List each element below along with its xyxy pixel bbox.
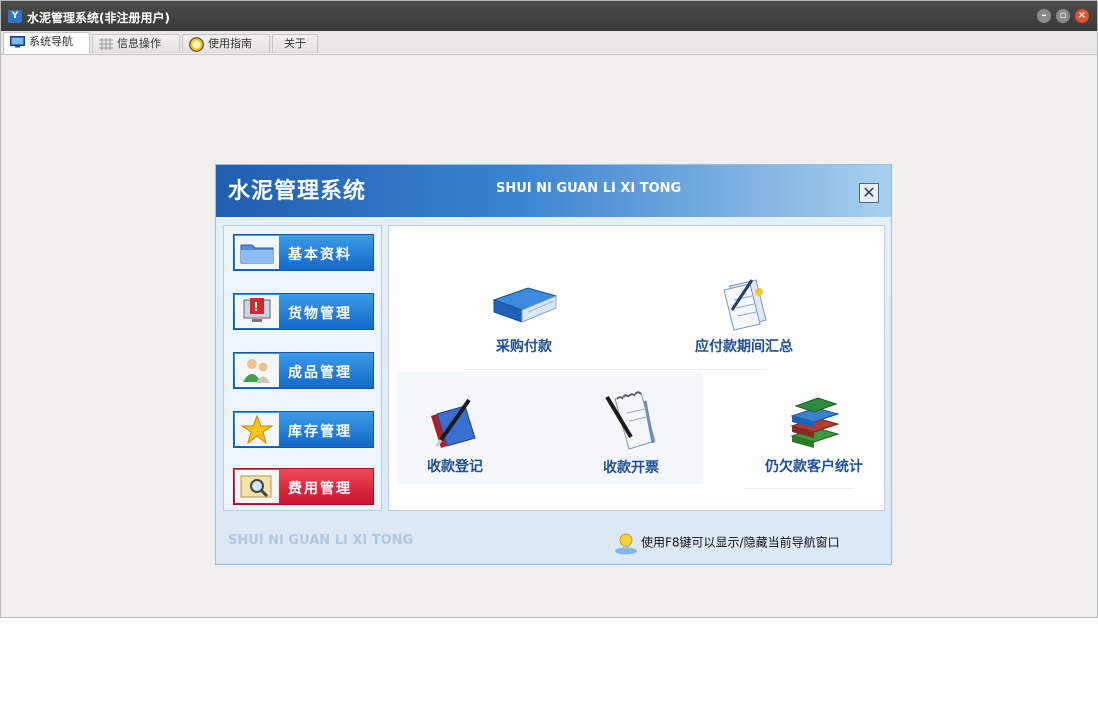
book-pen-icon bbox=[431, 398, 476, 448]
alert-monitor-icon: ! bbox=[243, 298, 271, 322]
func-purchase-payment[interactable]: 采购付款 bbox=[484, 276, 564, 356]
tab-system-nav[interactable]: 系统导航 bbox=[3, 32, 90, 54]
sidebar-item-expense-mgmt[interactable]: 费用管理 bbox=[233, 468, 374, 505]
func-label: 仍欠款客户统计 bbox=[765, 459, 863, 475]
func-label: 应付款期间汇总 bbox=[695, 339, 793, 355]
tab-label: 使用指南 bbox=[208, 37, 252, 50]
hint-text: 使用F8键可以显示/隐藏当前导航窗口 bbox=[641, 535, 840, 550]
grid-icon bbox=[99, 38, 113, 50]
icon-box bbox=[235, 354, 279, 387]
tab-bar: 系统导航 信息操作 使用指南 关于 bbox=[1, 31, 1097, 55]
sidebar-item-product-mgmt[interactable]: 成品管理 bbox=[233, 352, 374, 389]
star-icon bbox=[240, 414, 274, 445]
sidebar-item-basic-data[interactable]: 基本资料 bbox=[233, 234, 374, 271]
tab-user-guide[interactable]: 使用指南 bbox=[182, 34, 270, 53]
users-icon bbox=[243, 359, 270, 383]
binder-icon bbox=[492, 287, 558, 323]
books-stack-icon bbox=[790, 397, 840, 448]
icon-box bbox=[235, 413, 279, 446]
tab-label: 信息操作 bbox=[117, 37, 161, 50]
dialog-subtitle: SHUI NI GUAN LI XI TONG bbox=[496, 181, 682, 196]
window-title: 水泥管理系统(非注册用户) bbox=[27, 11, 170, 25]
func-label: 采购付款 bbox=[496, 339, 552, 355]
maximize-button[interactable]: ▫ bbox=[1056, 9, 1070, 23]
sidebar-item-label: 货物管理 bbox=[288, 306, 352, 322]
sidebar-item-stock-mgmt[interactable]: 库存管理 bbox=[233, 411, 374, 448]
sidebar-item-label: 成品管理 bbox=[288, 365, 352, 381]
icon-box: ! bbox=[235, 295, 279, 328]
func-payable-summary[interactable]: 应付款期间汇总 bbox=[679, 276, 809, 356]
tab-info-ops[interactable]: 信息操作 bbox=[92, 34, 180, 53]
func-outstanding-customers[interactable]: 仍欠款客户统计 bbox=[754, 396, 874, 476]
folder-icon bbox=[240, 244, 274, 264]
icon-box bbox=[235, 470, 279, 503]
sidebar-item-goods-mgmt[interactable]: ! 货物管理 bbox=[233, 293, 374, 330]
lightbulb-icon bbox=[615, 533, 637, 555]
func-label: 收款开票 bbox=[603, 460, 659, 476]
tab-label: 关于 bbox=[284, 37, 306, 50]
notepad-pen-icon bbox=[605, 391, 656, 450]
tab-label: 系统导航 bbox=[29, 35, 73, 48]
icon-box bbox=[235, 236, 279, 269]
monitor-icon bbox=[10, 36, 25, 48]
content-panel: 采购付款 应付款期间汇总 收款登记 收款开票 仍欠款客户统计 bbox=[388, 225, 885, 511]
dialog-title: 水泥管理系统 bbox=[228, 179, 367, 204]
help-icon bbox=[189, 36, 204, 52]
sidebar-item-label: 基本资料 bbox=[288, 247, 352, 263]
tab-about[interactable]: 关于 bbox=[272, 34, 318, 53]
func-receipt-register[interactable]: 收款登记 bbox=[419, 396, 491, 476]
func-receipt-invoice[interactable]: 收款开票 bbox=[594, 391, 668, 477]
dialog-footer-text: SHUI NI GUAN LI XI TONG bbox=[228, 533, 414, 548]
svg-text:!: ! bbox=[253, 300, 260, 314]
sidebar-item-label: 费用管理 bbox=[288, 481, 352, 497]
divider bbox=[464, 369, 767, 370]
close-button[interactable]: × bbox=[1075, 9, 1089, 23]
app-logo-icon: Y bbox=[8, 10, 22, 23]
navigation-dialog: 水泥管理系统 SHUI NI GUAN LI XI TONG ✕ 基本资料 ! bbox=[215, 164, 892, 565]
dialog-header: 水泥管理系统 SHUI NI GUAN LI XI TONG ✕ bbox=[216, 165, 891, 217]
document-pen-icon bbox=[723, 279, 767, 331]
dialog-close-button[interactable]: ✕ bbox=[859, 183, 879, 203]
title-bar: Y 水泥管理系统(非注册用户) – ▫ × bbox=[1, 1, 1097, 31]
search-icon bbox=[240, 475, 272, 498]
func-label: 收款登记 bbox=[427, 459, 483, 475]
sidebar-item-label: 库存管理 bbox=[288, 424, 352, 440]
minimize-button[interactable]: – bbox=[1037, 9, 1051, 23]
hint-text-container: 使用F8键可以显示/隐藏当前导航窗口 bbox=[614, 531, 840, 555]
close-icon: ✕ bbox=[862, 183, 876, 202]
nav-sidebar: 基本资料 ! 货物管理 成品管理 库存管理 费用管理 bbox=[223, 225, 382, 511]
divider bbox=[745, 488, 853, 489]
